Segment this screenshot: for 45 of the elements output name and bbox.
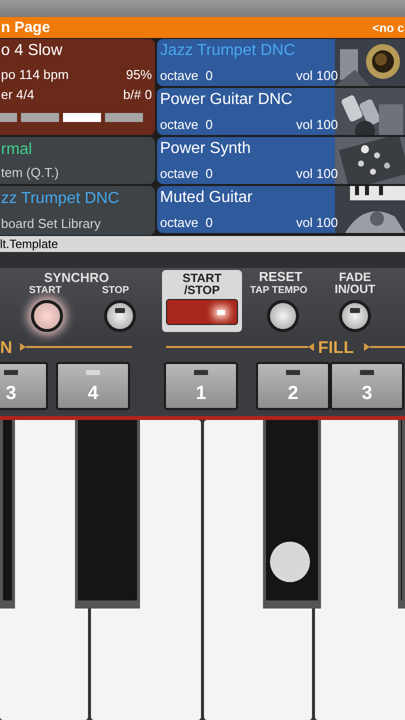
keyboard-set-title: zz Trumpet DNC [1, 189, 120, 208]
page-title: n Page [1, 20, 50, 35]
octave-text: octave 0 [160, 166, 213, 182]
button-label: STOP [102, 285, 130, 297]
tempo-text: po 114 bpm [1, 67, 69, 83]
keyboard-set-panel[interactable]: zz Trumpet DNC board Set Library [0, 186, 155, 235]
tempo-percent: 95% [126, 67, 152, 83]
group-label: SYNCHRO [44, 271, 110, 284]
track-name: Power Guitar DNC [160, 90, 294, 109]
track-name: Jazz Trumpet DNC [160, 41, 296, 60]
header-status: <no c [372, 22, 404, 34]
section-line [364, 342, 405, 352]
track-panel[interactable]: Jazz Trumpet DNC octave 0 vol 100 [157, 39, 405, 86]
piano-keyboard-drawing[interactable] [0, 420, 405, 720]
mode-title: rmal [1, 140, 34, 159]
volume-text: vol 100 [296, 68, 338, 84]
octave-text: octave 0 [160, 117, 213, 133]
round-button[interactable] [31, 300, 63, 332]
track-panel[interactable]: Muted Guitar octave 0 vol 100 [157, 186, 405, 233]
mode-panel[interactable]: rmal tem (Q.T.) [0, 137, 155, 184]
button-label: RESET [259, 271, 302, 283]
template-name: lt.Template [0, 238, 58, 250]
track-panel[interactable]: Power Synth octave 0 vol 100 [157, 137, 405, 184]
button-label: FADE IN/OUT [334, 271, 376, 295]
button-label: START [29, 285, 62, 297]
round-button[interactable] [267, 300, 299, 332]
round-button[interactable] [104, 300, 136, 332]
style-name: o 4 Slow [1, 41, 64, 61]
section-label: N [0, 338, 12, 358]
meter-text: er 4/4 [1, 87, 34, 103]
start-stop-button[interactable]: START /STOP [162, 270, 242, 332]
key-text: b/# 0 [123, 87, 152, 103]
round-button[interactable] [339, 300, 371, 332]
volume-text: vol 100 [296, 166, 338, 182]
keyboard-set-subtitle: board Set Library [1, 216, 102, 232]
mode-subtitle: tem (Q.T.) [1, 165, 60, 181]
track-name: Muted Guitar [160, 188, 254, 207]
octave-text: octave 0 [160, 215, 213, 231]
volume-text: vol 100 [296, 215, 338, 231]
section-label: FILL [318, 338, 354, 358]
track-panel[interactable]: Power Guitar DNC octave 0 vol 100 [157, 88, 405, 135]
volume-text: vol 100 [296, 117, 338, 133]
track-name: Power Synth [160, 139, 252, 158]
button-sublabel: TAP TEMPO [250, 285, 308, 297]
octave-text: octave 0 [160, 68, 213, 84]
